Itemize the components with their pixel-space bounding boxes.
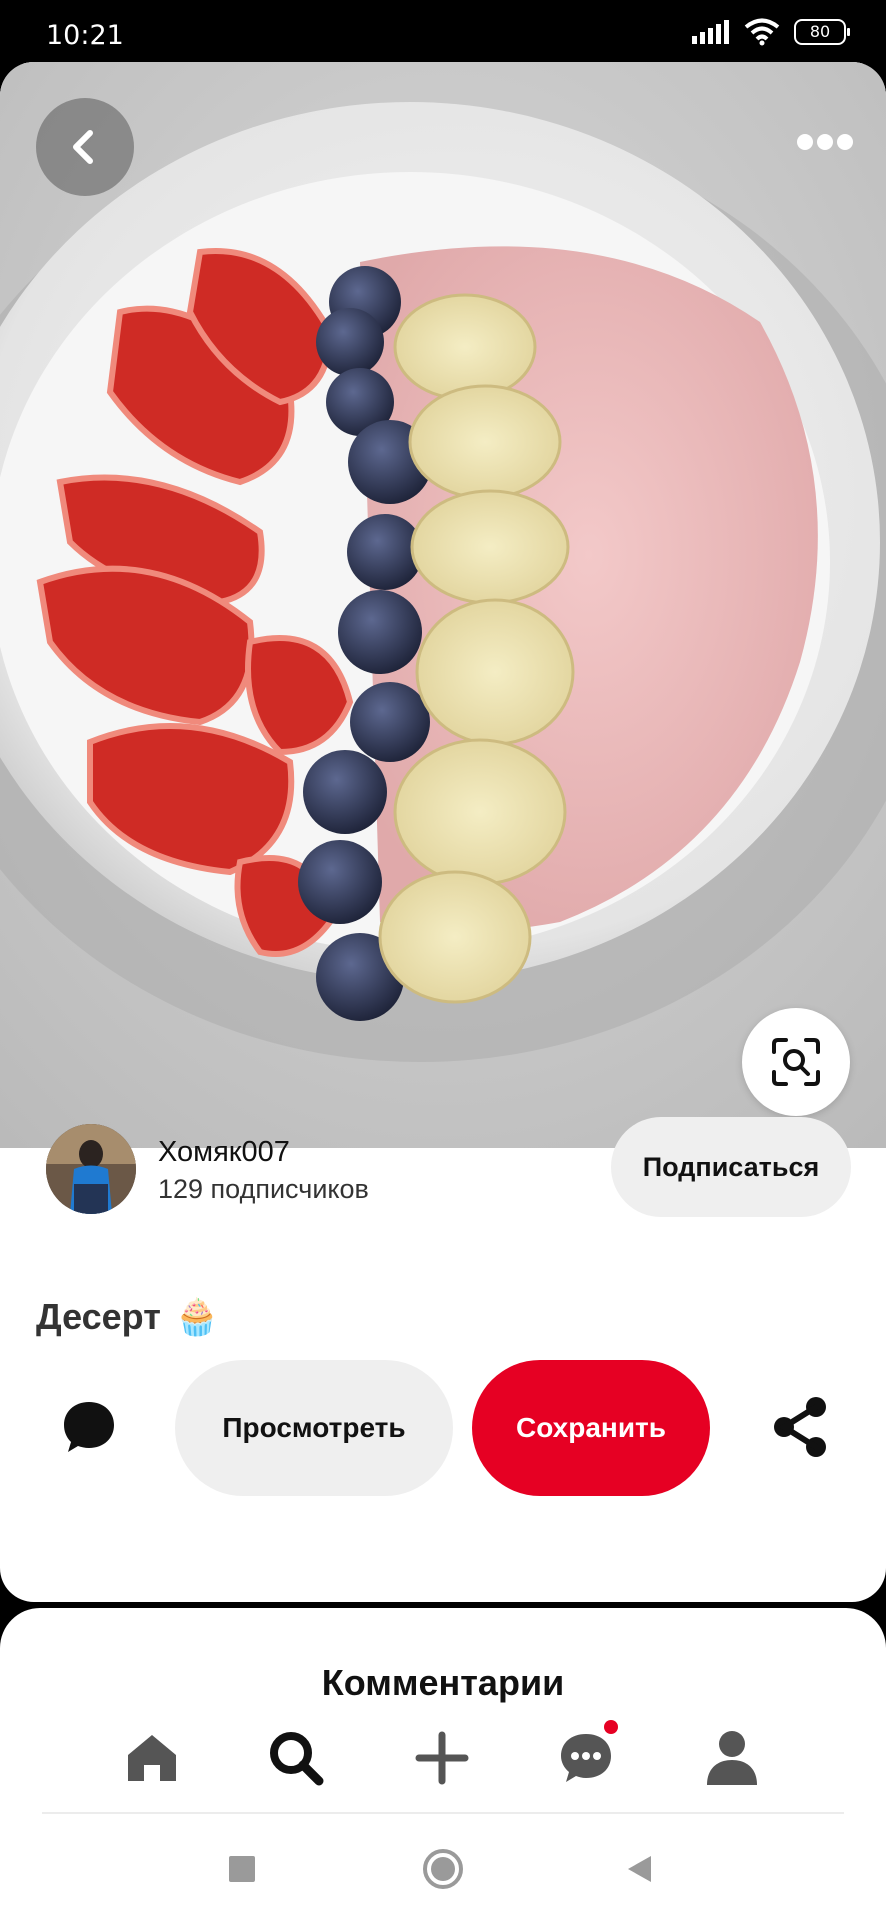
recent-apps-button[interactable] bbox=[212, 1844, 272, 1894]
nav-profile[interactable] bbox=[692, 1718, 772, 1798]
back-system-button[interactable] bbox=[610, 1844, 670, 1894]
system-navigation-bar bbox=[0, 1814, 886, 1920]
home-system-button[interactable] bbox=[413, 1844, 473, 1894]
plus-icon bbox=[415, 1731, 469, 1785]
comment-icon[interactable] bbox=[60, 1398, 118, 1456]
cupcake-emoji: 🧁 bbox=[174, 1296, 220, 1337]
more-options-button[interactable] bbox=[788, 122, 862, 162]
triangle-back-icon bbox=[628, 1856, 651, 1882]
lens-search-icon bbox=[772, 1038, 820, 1086]
bottom-nav bbox=[0, 1718, 886, 1804]
signal-icon bbox=[692, 20, 729, 44]
nav-create[interactable] bbox=[402, 1718, 482, 1798]
notification-dot bbox=[604, 1720, 618, 1734]
comments-title: Комментарии bbox=[321, 1662, 565, 1703]
nav-messages[interactable] bbox=[546, 1718, 626, 1798]
profile-icon bbox=[707, 1731, 757, 1785]
creator-row: Хомяк007 129 подписчиков Подписаться bbox=[46, 1117, 851, 1217]
creator-avatar[interactable] bbox=[46, 1124, 136, 1214]
visual-search-button[interactable] bbox=[742, 1008, 850, 1116]
share-icon[interactable] bbox=[772, 1396, 830, 1458]
circle-home-icon bbox=[423, 1849, 463, 1889]
square-icon bbox=[229, 1856, 255, 1882]
save-button[interactable]: Сохранить bbox=[472, 1360, 710, 1496]
status-icons: 80 bbox=[690, 18, 850, 46]
battery-indicator: 80 bbox=[794, 19, 850, 45]
creator-name[interactable]: Хомяк007 bbox=[158, 1136, 290, 1169]
pin-actions: Просмотреть Сохранить bbox=[0, 1360, 886, 1496]
home-icon bbox=[128, 1735, 176, 1781]
follow-button[interactable]: Подписаться bbox=[611, 1117, 851, 1217]
search-icon bbox=[270, 1732, 324, 1786]
wifi-icon bbox=[744, 18, 780, 46]
view-button[interactable]: Просмотреть bbox=[175, 1360, 453, 1496]
status-bar: 10:21 80 bbox=[0, 0, 886, 62]
avatar-image bbox=[46, 1124, 136, 1214]
nav-search[interactable] bbox=[256, 1718, 336, 1798]
pin-image[interactable] bbox=[0, 62, 886, 1148]
back-button[interactable] bbox=[36, 98, 134, 196]
status-time: 10:21 bbox=[46, 20, 124, 51]
messages-icon bbox=[561, 1734, 611, 1782]
creator-followers: 129 подписчиков bbox=[158, 1174, 369, 1204]
chevron-left-icon bbox=[73, 130, 93, 164]
nav-home[interactable] bbox=[112, 1718, 192, 1798]
more-dots-icon bbox=[797, 134, 853, 150]
pin-title-text: Десерт bbox=[36, 1296, 161, 1337]
pin-photo-illustration bbox=[0, 62, 886, 1148]
pin-title: Десерт 🧁 bbox=[36, 1296, 220, 1338]
